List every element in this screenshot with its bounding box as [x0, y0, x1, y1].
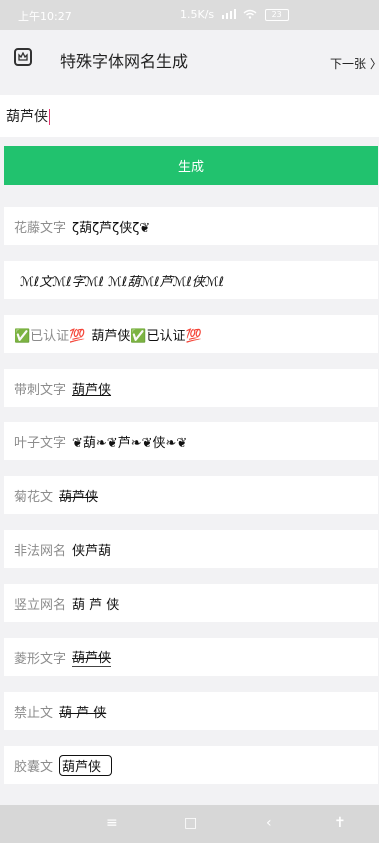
app-crown-icon[interactable] [14, 48, 32, 66]
menu-icon[interactable]: ≡ [106, 815, 118, 831]
style-value: 葫芦侠 [72, 647, 112, 667]
style-label: 非法网名 [14, 543, 67, 559]
style-value: 葫芦侠 [59, 754, 113, 776]
list-item[interactable]: 禁止文 葫 芦 侠 [4, 692, 378, 730]
accessibility-icon[interactable]: ✝ [334, 815, 346, 831]
style-label: 菱形文字 [14, 651, 67, 667]
list-item[interactable]: 带刺文字 葫芦侠 [4, 369, 378, 407]
next-button[interactable]: 下一张 〉 [330, 55, 379, 72]
system-nav-bar: ≡ □ ‹ ✝ [0, 805, 379, 843]
style-label: 禁止文 [14, 705, 54, 721]
style-value: 葫芦侠 [72, 382, 112, 398]
style-label: ✅已认证💯 [14, 328, 86, 344]
style-value: 侠芦葫 [72, 543, 112, 559]
generate-button[interactable]: 生成 [4, 146, 378, 185]
status-right: 1.5K/s 23 [180, 8, 289, 22]
list-item[interactable]: ℳℓ文ℳℓ字ℳℓ ℳℓ葫ℳℓ芦ℳℓ侠ℳℓ [4, 261, 378, 299]
back-icon[interactable]: ‹ [266, 815, 272, 831]
style-label: 胶囊文 [14, 759, 54, 775]
list-item[interactable]: 非法网名 侠芦葫 [4, 530, 378, 568]
text-caret [49, 109, 50, 125]
list-item[interactable]: 胶囊文 葫芦侠 [4, 746, 378, 784]
network-speed: 1.5K/s [180, 8, 215, 21]
style-value: 葫芦侠 [59, 489, 99, 505]
style-value: 葫 芦 侠 [59, 705, 107, 721]
list-item[interactable]: 叶子文字 ❦葫❧❦芦❧❦侠❧❦ [4, 422, 378, 460]
list-item[interactable]: ✅已认证💯 葫芦侠✅已认证💯 [4, 315, 378, 353]
name-input-field[interactable]: 葫芦侠 [0, 95, 379, 137]
name-input-value[interactable]: 葫芦侠 [6, 106, 50, 126]
battery-icon: 23 [264, 9, 289, 21]
page-title: 特殊字体网名生成 [60, 52, 189, 71]
style-label: 叶子文字 [14, 435, 67, 451]
list-item[interactable]: 花藤文字 ζ葫ζ芦ζ侠ζ❦ [4, 207, 378, 245]
status-bar: 上午10:27 1.5K/s 23 [0, 0, 379, 30]
style-label: 菊花文 [14, 489, 54, 505]
style-value: ζ葫ζ芦ζ侠ζ❦ [72, 220, 151, 236]
style-value: ℳℓ文ℳℓ字ℳℓ ℳℓ葫ℳℓ芦ℳℓ侠ℳℓ [20, 274, 225, 290]
signal-icon [221, 8, 236, 22]
list-item[interactable]: 菱形文字 葫芦侠 [4, 638, 378, 676]
list-item[interactable]: 菊花文 葫芦侠 [4, 476, 378, 514]
status-time: 上午10:27 [18, 10, 72, 23]
wifi-icon [243, 9, 257, 22]
style-value: 葫芦侠✅已认证💯 [91, 328, 202, 344]
style-label: 带刺文字 [14, 382, 67, 398]
list-item[interactable]: 竖立网名 葫 芦 侠 [4, 584, 378, 622]
style-value: 葫 芦 侠 [72, 597, 120, 613]
home-icon[interactable]: □ [184, 815, 197, 831]
style-label: 竖立网名 [14, 597, 67, 613]
style-label: 花藤文字 [14, 220, 67, 236]
app-header: 特殊字体网名生成 下一张 〉 [0, 30, 379, 88]
style-value: ❦葫❧❦芦❧❦侠❧❦ [72, 435, 188, 451]
